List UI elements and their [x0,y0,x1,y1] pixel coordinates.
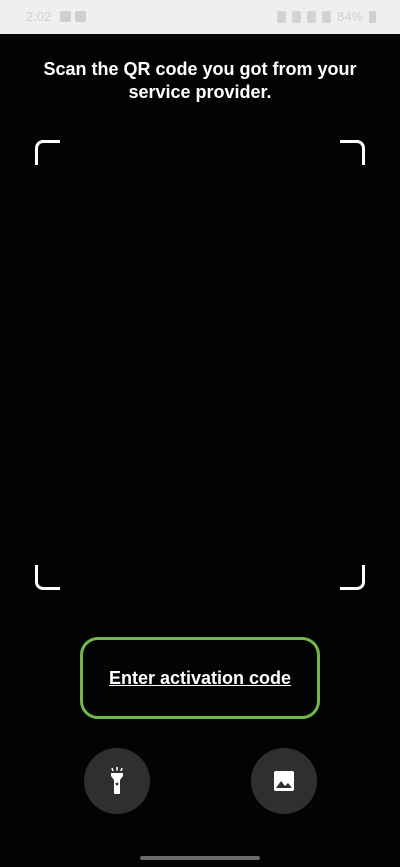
status-time: 2:02 [26,9,52,24]
mute-icon [291,10,301,23]
wifi-icon [306,10,316,23]
battery-saver-icon [276,10,286,23]
qr-scanner-screen: 2:02 84% Scan the QR code you got from y… [0,0,400,867]
flashlight-icon [111,767,123,794]
battery-percent: 84% [336,9,363,24]
scan-viewfinder [35,140,365,590]
status-right-icons: 84% [276,9,376,24]
viewfinder-corner-bottom-right [340,565,365,590]
notification-icon [75,11,86,22]
status-bar: 2:02 84% [0,0,400,34]
enter-activation-code-button[interactable]: Enter activation code [80,637,320,719]
image-gallery-button[interactable] [251,748,317,814]
image-gallery-icon [274,771,294,791]
flashlight-button[interactable] [84,748,150,814]
status-left-icons [60,11,86,22]
viewfinder-corner-top-right [340,140,365,165]
viewfinder-corner-bottom-left [35,565,60,590]
battery-icon [369,10,376,23]
viewfinder-corner-top-left [35,140,60,165]
gallery-icon [60,11,71,22]
signal-icon [321,10,331,23]
scan-instruction: Scan the QR code you got from your servi… [43,59,357,102]
home-indicator[interactable] [140,856,260,860]
enter-activation-code-label: Enter activation code [108,667,292,688]
